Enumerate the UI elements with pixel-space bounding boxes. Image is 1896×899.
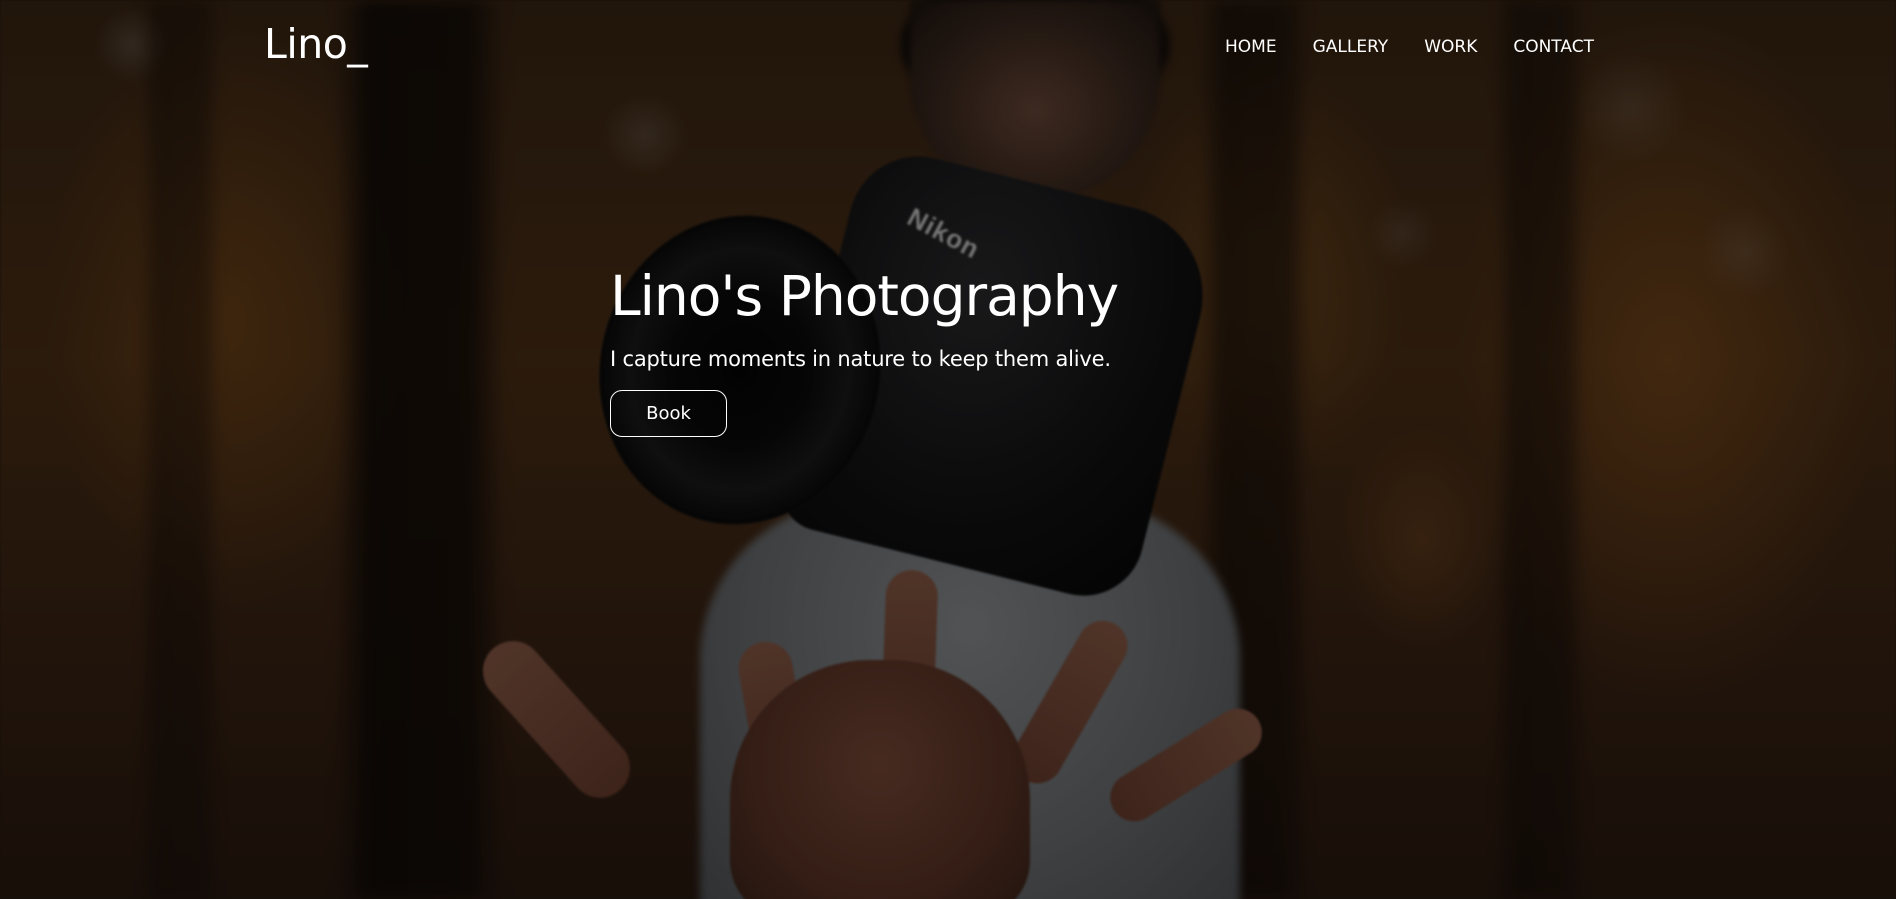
- dark-overlay: [0, 0, 1896, 899]
- nav-link-gallery[interactable]: GALLERY: [1313, 36, 1389, 58]
- hero-subtitle: I capture moments in nature to keep them…: [610, 347, 1111, 371]
- book-button[interactable]: Book: [610, 390, 727, 437]
- page-viewport: Nikon Lino_ HOME GALLERY WORK CONTACT Li…: [0, 0, 1896, 899]
- nav-link-contact[interactable]: CONTACT: [1513, 36, 1594, 58]
- main-nav: HOME GALLERY WORK CONTACT: [1225, 36, 1594, 58]
- nav-link-home[interactable]: HOME: [1225, 36, 1277, 58]
- site-logo[interactable]: Lino_: [264, 21, 368, 67]
- nav-link-work[interactable]: WORK: [1424, 36, 1477, 58]
- hero-title: Lino's Photography: [610, 264, 1119, 328]
- hero-section: Lino's Photography I capture moments in …: [610, 260, 1250, 437]
